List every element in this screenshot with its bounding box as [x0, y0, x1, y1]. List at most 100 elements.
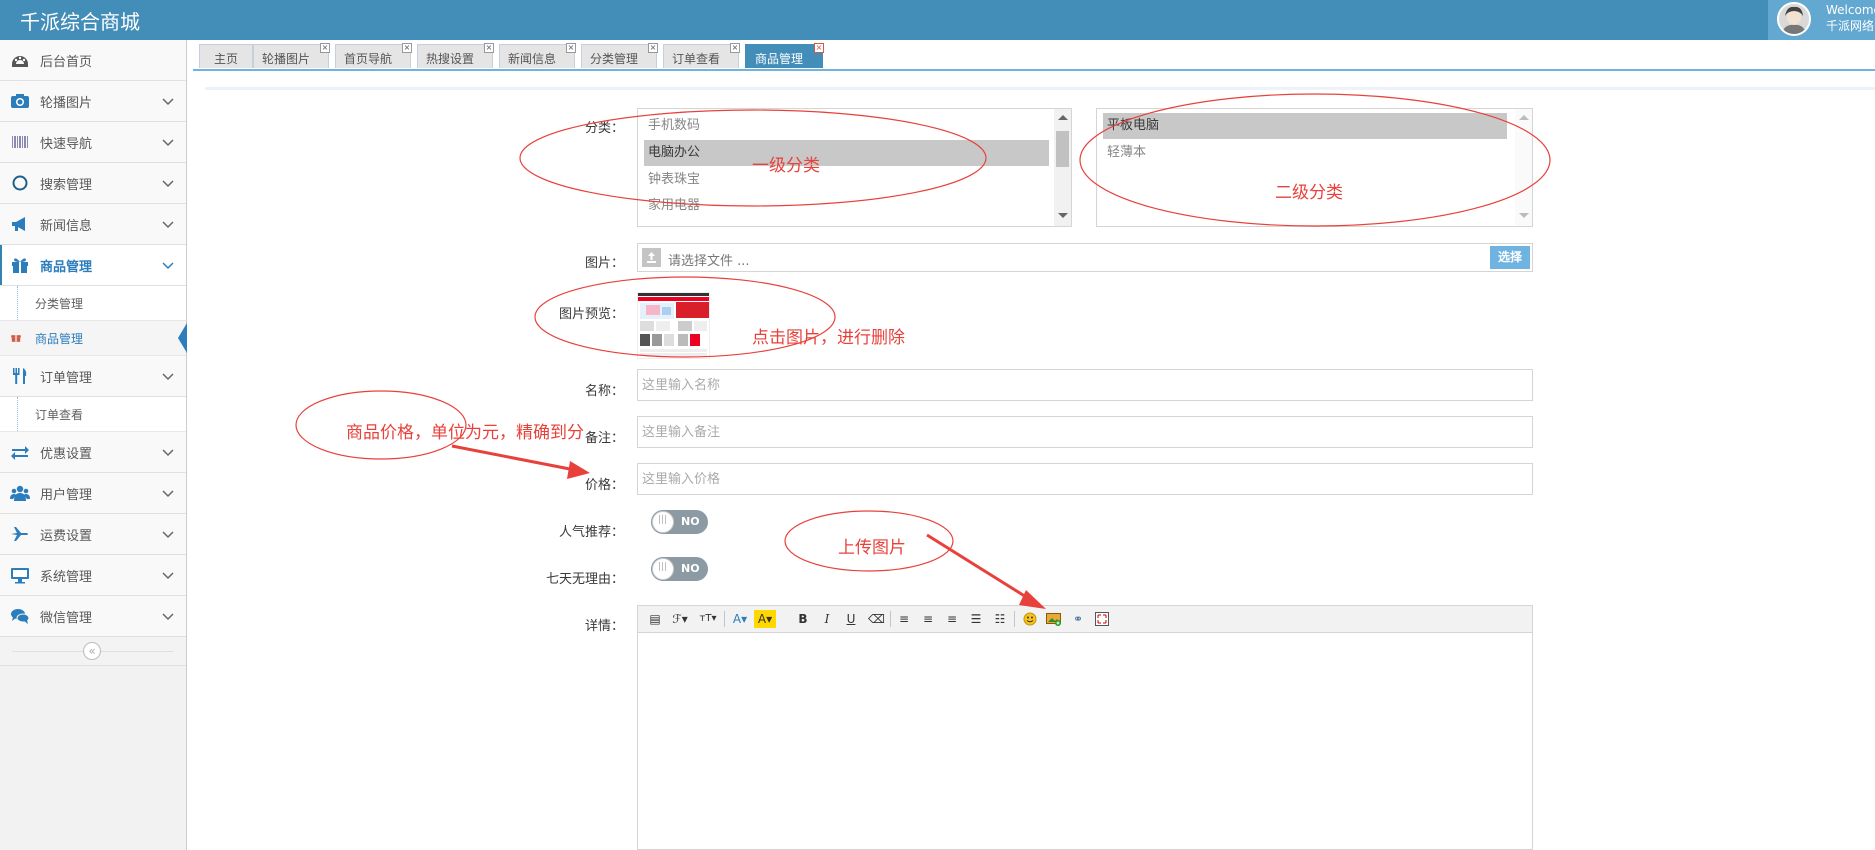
font-family-icon[interactable]: ℱ▾ [668, 610, 692, 628]
tab-home-nav[interactable]: 首页导航 × [335, 43, 412, 68]
sidebar-item-label: 商品管理 [40, 260, 93, 275]
close-icon[interactable]: × [566, 43, 576, 53]
close-icon[interactable]: × [402, 43, 412, 53]
scroll-thumb[interactable] [1056, 131, 1069, 167]
tab-category[interactable]: 分类管理 × [581, 43, 658, 68]
scroll-up-icon[interactable] [1519, 115, 1529, 120]
scroll-up-icon[interactable] [1058, 115, 1068, 120]
scrollbar[interactable] [1054, 109, 1071, 226]
list-item[interactable]: 钟表珠宝 [644, 167, 1049, 193]
chevron-down-icon [162, 613, 174, 621]
rich-text-editor[interactable]: ▤ ℱ▾ ᴛT▾ A▾ A▾ B I U ⌫ ≡ ≡ ≡ ☰ ☷ ⚭ [637, 605, 1533, 850]
dashboard-icon [12, 56, 28, 67]
tab-carousel[interactable]: 轮播图片 × [253, 43, 330, 68]
page-divider [205, 87, 1875, 90]
image-preview[interactable] [637, 292, 710, 359]
ordered-list-icon[interactable]: ☰ [968, 610, 984, 628]
clear-format-icon[interactable]: ⌫ [868, 610, 885, 628]
underline-icon[interactable]: U [844, 610, 858, 628]
list-item[interactable]: 电脑办公 [644, 140, 1049, 166]
close-icon[interactable]: × [320, 43, 330, 53]
price-input[interactable] [637, 463, 1533, 495]
sidebar-subitem-order-view[interactable]: 订单查看 [0, 397, 186, 432]
list-item[interactable]: 家用电器 [644, 193, 1049, 219]
upload-image-icon[interactable] [1046, 610, 1062, 628]
sidebar-item-label: 搜索管理 [40, 178, 93, 193]
sidebar-item-label: 用户管理 [40, 488, 93, 503]
font-size-icon[interactable]: ᴛT▾ [696, 610, 720, 628]
link-icon[interactable]: ⚭ [1070, 610, 1086, 628]
list-item[interactable]: 轻薄本 [1103, 140, 1507, 166]
highlight-icon[interactable]: A▾ [754, 610, 776, 628]
popular-toggle[interactable]: NO [651, 510, 708, 534]
close-icon[interactable]: × [814, 43, 824, 53]
sidebar-item-label: 微信管理 [40, 611, 93, 626]
annotation-secondary-category: 二级分类 [1275, 183, 1343, 203]
italic-icon[interactable]: I [820, 610, 834, 628]
sidebar-item-dashboard[interactable]: 后台首页 [0, 40, 186, 81]
tab-products[interactable]: 商品管理 × [745, 43, 824, 68]
sidebar-item-news[interactable]: 新闻信息 [0, 204, 186, 245]
source-icon[interactable]: ▤ [646, 610, 664, 628]
remark-input[interactable] [637, 416, 1533, 448]
file-input[interactable]: 请选择文件 ... 选择 [637, 243, 1533, 272]
user-menu[interactable]: Welcome 千派网络 [1768, 0, 1875, 40]
tab-home[interactable]: 主页 [199, 44, 253, 68]
sidebar-item-discount[interactable]: 优惠设置 [0, 432, 186, 473]
tab-hot-search[interactable]: 热搜设置 × [417, 43, 494, 68]
chevron-down-icon [162, 180, 174, 188]
name-input[interactable] [637, 369, 1533, 401]
sidebar-item-label: 系统管理 [40, 570, 93, 585]
emoticon-icon[interactable] [1022, 610, 1038, 628]
bold-icon[interactable]: B [796, 610, 810, 628]
scroll-down-icon[interactable] [1519, 213, 1529, 218]
sidebar-item-search[interactable]: 搜索管理 [0, 163, 186, 204]
comments-icon [11, 609, 30, 624]
sidebar-item-system[interactable]: 系统管理 [0, 555, 186, 596]
choose-file-button[interactable]: 选择 [1490, 246, 1530, 269]
sidebar-subitem-category[interactable]: 分类管理 [0, 286, 186, 321]
fullscreen-icon[interactable] [1094, 610, 1110, 628]
toggle-state: NO [681, 562, 700, 575]
chevron-down-icon [162, 572, 174, 580]
list-item[interactable]: 平板电脑 [1103, 113, 1507, 139]
sidebar-item-shipping[interactable]: 运费设置 [0, 514, 186, 555]
annotation-price-note: 商品价格，单位为元，精确到分 [346, 423, 584, 443]
sidebar-item-products[interactable]: 商品管理 [0, 245, 186, 286]
annotation-upload-image: 上传图片 [838, 538, 906, 558]
sidebar-subitem-products[interactable]: 商品管理 [0, 321, 187, 356]
sidebar-item-users[interactable]: 用户管理 [0, 473, 186, 514]
tab-news[interactable]: 新闻信息 × [499, 43, 576, 68]
close-icon[interactable]: × [730, 43, 740, 53]
tab-order-view[interactable]: 订单查看 × [663, 43, 740, 68]
sidebar-item-wechat[interactable]: 微信管理 [0, 596, 186, 637]
align-left-icon[interactable]: ≡ [896, 610, 912, 628]
desktop-icon [11, 568, 29, 584]
sidebar-item-carousel[interactable]: 轮播图片 [0, 81, 186, 122]
chevron-down-icon [162, 262, 174, 270]
sidebar-item-orders[interactable]: 订单管理 [0, 356, 186, 397]
category-label: 分类： [584, 121, 624, 136]
scroll-down-icon[interactable] [1058, 213, 1068, 218]
close-icon[interactable]: × [648, 43, 658, 53]
font-color-icon[interactable]: A▾ [730, 610, 750, 628]
sidebar-collapse-button[interactable]: « [83, 642, 101, 660]
toggle-knob [652, 558, 674, 580]
close-icon[interactable]: × [484, 43, 494, 53]
chevron-down-icon [162, 139, 174, 147]
sidebar-collapse-bar: « [0, 637, 186, 666]
unordered-list-icon[interactable]: ☷ [992, 610, 1008, 628]
scrollbar[interactable] [1515, 109, 1532, 226]
editor-toolbar: ▤ ℱ▾ ᴛT▾ A▾ A▾ B I U ⌫ ≡ ≡ ≡ ☰ ☷ ⚭ [638, 606, 1532, 633]
sidebar-subitem-label: 订单查看 [35, 408, 84, 422]
list-item[interactable]: 手机数码 [644, 113, 1049, 139]
sidebar-item-quick-nav[interactable]: 快速导航 [0, 122, 186, 163]
align-right-icon[interactable]: ≡ [944, 610, 960, 628]
sidebar-item-label: 运费设置 [40, 529, 93, 544]
avatar[interactable] [1777, 2, 1811, 36]
toggle-knob [652, 511, 674, 533]
secondary-category-list[interactable]: 平板电脑 轻薄本 [1096, 108, 1533, 227]
seven-day-toggle[interactable]: NO [651, 557, 708, 581]
primary-category-list[interactable]: 手机数码 电脑办公 钟表珠宝 家用电器 [637, 108, 1072, 227]
align-center-icon[interactable]: ≡ [920, 610, 936, 628]
